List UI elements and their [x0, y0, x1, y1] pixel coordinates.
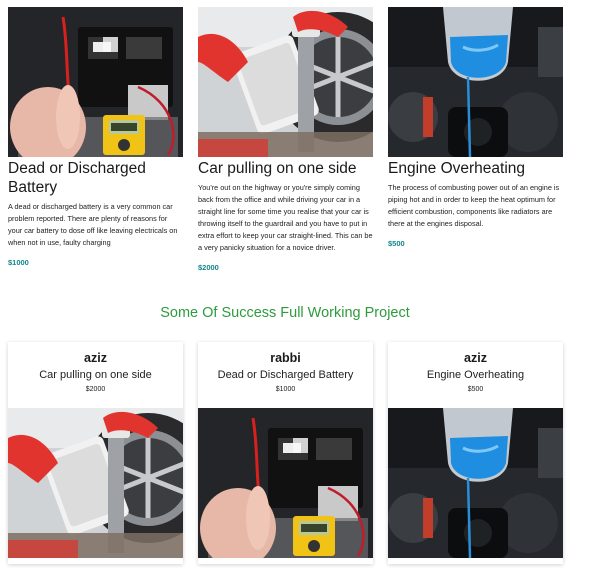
project-price: $500	[467, 386, 484, 393]
project-title: Engine Overheating	[426, 369, 525, 381]
project-price: $1000	[275, 386, 296, 393]
services-section: Dead or Discharged Battery A dead or dis…	[0, 0, 595, 300]
service-title: Engine Overheating	[388, 160, 526, 177]
project-card[interactable]: aziz Engine Overheating $500	[388, 342, 563, 564]
service-description: The process of combusting power out of a…	[388, 183, 560, 228]
service-price: $1000	[8, 258, 29, 267]
service-title: Car pulling on one side	[198, 160, 357, 177]
service-description: A dead or discharged battery is a very c…	[8, 202, 178, 247]
coolant-pour-photo	[388, 7, 563, 157]
service-card-battery[interactable]: Dead or Discharged Battery A dead or dis…	[8, 7, 183, 267]
service-card-engine-overheating[interactable]: Engine Overheating The process of combus…	[388, 7, 563, 248]
wheel-alignment-photo	[8, 408, 183, 558]
project-title: Car pulling on one side	[39, 369, 152, 381]
project-owner-name: aziz	[464, 351, 487, 365]
project-title: Dead or Discharged Battery	[217, 369, 354, 381]
project-owner-name: rabbi	[270, 351, 301, 365]
project-card[interactable]: rabbi Dead or Discharged Battery $1000	[198, 342, 373, 564]
service-card-car-pulling[interactable]: Car pulling on one side You're out on th…	[198, 7, 373, 272]
wheel-alignment-photo	[198, 7, 373, 157]
project-card[interactable]: aziz Car pulling on one side $2000	[8, 342, 183, 564]
project-price: $2000	[85, 386, 106, 393]
battery-multimeter-photo	[8, 7, 183, 157]
service-description: You're out on the highway or you're simp…	[198, 183, 373, 252]
battery-multimeter-photo	[198, 408, 373, 558]
section-title: Some Of Success Full Working Project	[160, 305, 410, 321]
service-price: $2000	[198, 263, 219, 272]
service-price: $500	[388, 239, 405, 248]
service-title: Dead or Discharged Battery	[8, 160, 146, 196]
coolant-pour-photo	[388, 408, 563, 558]
project-owner-name: aziz	[84, 351, 107, 365]
